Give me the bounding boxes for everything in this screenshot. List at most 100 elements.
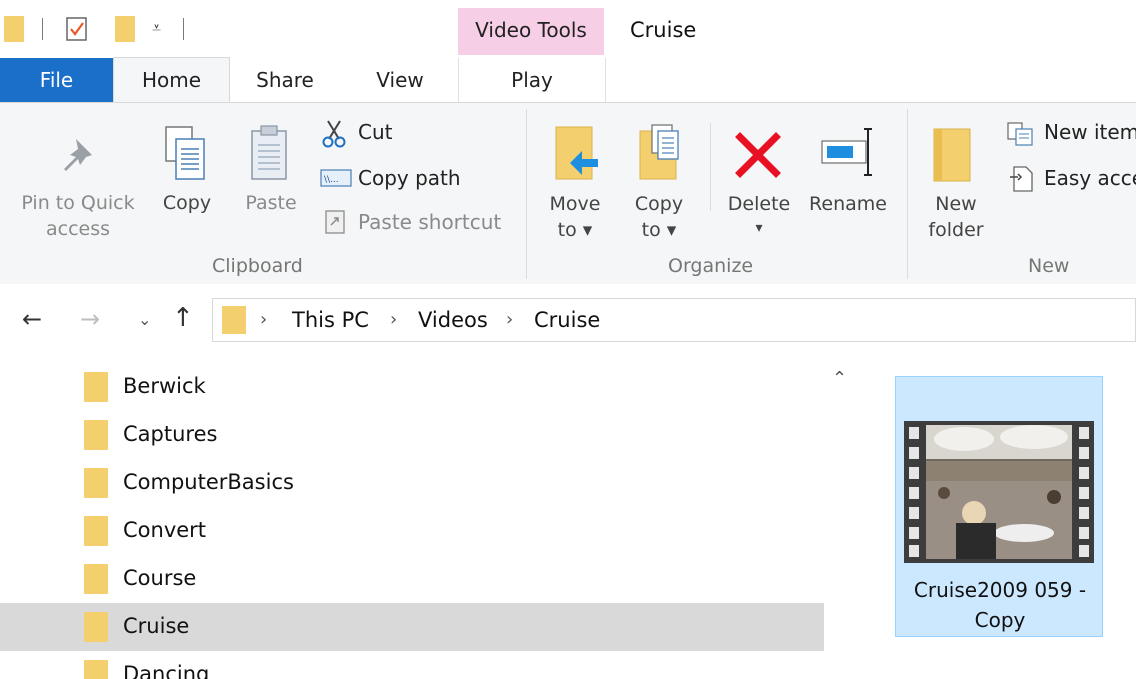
copy-to-label-2: to ▾ (641, 219, 677, 241)
breadcrumb-cruise[interactable]: Cruise (534, 308, 600, 332)
copy-to-button[interactable]: Copy to ▾ (624, 123, 694, 253)
copy-label: Copy (162, 192, 212, 214)
up-arrow-icon[interactable]: ↑ (172, 303, 194, 333)
navigation-pane: Berwick Captures ComputerBasics Convert … (0, 360, 824, 679)
delete-label: Delete (727, 193, 791, 215)
new-item-button[interactable]: New item (1004, 117, 1136, 151)
qat-properties-icon[interactable] (64, 16, 90, 42)
nav-item-dancing[interactable]: Dancing (0, 651, 824, 679)
rename-label: Rename (809, 193, 887, 215)
breadcrumb-separator-icon[interactable]: › (260, 309, 267, 330)
video-tools-context-label: Video Tools (458, 8, 604, 55)
copy-path-button[interactable]: \\... Copy path (318, 161, 518, 195)
qat-customize-icon[interactable]: ⩡ (152, 18, 161, 38)
breadcrumb-separator-icon[interactable]: › (390, 309, 397, 330)
forward-arrow-icon[interactable]: → (80, 305, 100, 333)
nav-item-computerbasics[interactable]: ComputerBasics (0, 459, 824, 507)
paste-label: Paste (245, 192, 297, 214)
pin-to-quick-access-button[interactable]: Pin to Quick access (10, 123, 146, 263)
new-folder-label: New (935, 193, 977, 215)
folder-icon (84, 372, 108, 402)
file-item-cruise2009-059-copy[interactable]: Cruise2009 059 - Copy (895, 376, 1103, 637)
cut-button[interactable]: Cut (318, 117, 518, 151)
qat-folder-icon[interactable] (4, 16, 24, 42)
nav-item-label: ComputerBasics (123, 470, 294, 494)
nav-item-berwick[interactable]: Berwick (0, 363, 824, 411)
move-to-button[interactable]: Move to ▾ (540, 123, 610, 253)
folder-icon (84, 612, 108, 642)
pin-label: Pin to Quick (21, 192, 135, 214)
move-to-icon (555, 126, 598, 180)
paste-icon (251, 125, 287, 180)
easy-access-button[interactable]: Easy access (1004, 161, 1136, 195)
breadcrumb-videos[interactable]: Videos (418, 308, 488, 332)
nav-item-label: Convert (123, 518, 207, 542)
rename-icon (821, 128, 872, 176)
new-item-icon (1007, 122, 1033, 146)
paste-shortcut-label: Paste shortcut (358, 210, 502, 234)
copy-button[interactable]: Copy (152, 123, 222, 233)
group-separator (907, 109, 908, 279)
move-to-label: Move (549, 193, 601, 215)
video-thumbnail-icon (904, 421, 1094, 563)
clipboard-group-label: Clipboard (212, 255, 303, 277)
paste-shortcut-button[interactable]: Paste shortcut (318, 205, 518, 239)
tab-view[interactable]: View (342, 58, 458, 102)
breadcrumb-separator-icon[interactable]: › (506, 309, 513, 330)
folder-icon (84, 420, 108, 450)
copy-to-icon (639, 124, 679, 180)
copy-icon (165, 126, 205, 180)
move-to-label-2: to ▾ (557, 219, 593, 241)
svg-text:\\...: \\... (324, 175, 339, 185)
copy-path-icon: \\... (320, 169, 352, 187)
rename-button[interactable]: Rename (802, 123, 894, 233)
paste-shortcut-icon (325, 210, 345, 234)
nav-item-label: Captures (123, 422, 218, 446)
nav-item-captures[interactable]: Captures (0, 411, 824, 459)
organize-separator (710, 123, 711, 211)
new-folder-label-2: folder (928, 219, 984, 241)
nav-item-cruise[interactable]: Cruise (0, 603, 824, 651)
file-name-line-1: Cruise2009 059 - (913, 578, 1087, 602)
new-folder-icon (933, 128, 971, 182)
file-name-label: Cruise2009 059 - Copy (896, 575, 1104, 635)
breadcrumb-this-pc[interactable]: This PC (292, 308, 369, 332)
qat-separator (42, 18, 43, 40)
scroll-up-arrow-icon[interactable]: ⌃ (832, 368, 847, 389)
delete-dropdown-arrow[interactable]: ▾ (722, 215, 796, 241)
delete-x-icon (735, 132, 781, 178)
nav-item-label: Berwick (123, 374, 206, 398)
delete-button[interactable]: Delete ▾ (722, 123, 796, 253)
nav-item-label: Dancing (123, 662, 210, 679)
back-arrow-icon[interactable]: ← (22, 305, 42, 333)
nav-item-label: Course (123, 566, 197, 590)
copy-path-label: Copy path (358, 166, 461, 190)
folder-icon (84, 660, 108, 679)
nav-item-course[interactable]: Course (0, 555, 824, 603)
nav-item-convert[interactable]: Convert (0, 507, 824, 555)
qat-new-folder-icon[interactable] (115, 16, 135, 42)
folder-icon (84, 516, 108, 546)
folder-icon (84, 564, 108, 594)
easy-access-label: Easy access (1044, 166, 1136, 190)
cut-label: Cut (358, 120, 393, 144)
tab-share[interactable]: Share (228, 58, 342, 102)
pin-label-2: access (45, 218, 111, 240)
easy-access-icon (1010, 166, 1033, 192)
window-title: Cruise (630, 18, 697, 42)
tab-file[interactable]: File (0, 58, 113, 102)
pin-icon (64, 139, 92, 171)
tab-home[interactable]: Home (113, 57, 230, 104)
scissors-icon (322, 120, 346, 148)
group-separator (526, 109, 527, 279)
recent-locations-chevron-icon[interactable]: ⌄ (138, 310, 151, 329)
new-folder-button[interactable]: New folder (918, 123, 994, 253)
new-group-label: New (1028, 255, 1070, 277)
nav-scrollbar[interactable] (824, 360, 854, 679)
paste-button[interactable]: Paste (236, 123, 306, 233)
tab-play[interactable]: Play (458, 58, 606, 102)
organize-group-label: Organize (668, 255, 754, 277)
file-name-line-2: Copy (974, 608, 1026, 632)
address-folder-icon (222, 306, 246, 334)
nav-item-label: Cruise (123, 614, 190, 638)
